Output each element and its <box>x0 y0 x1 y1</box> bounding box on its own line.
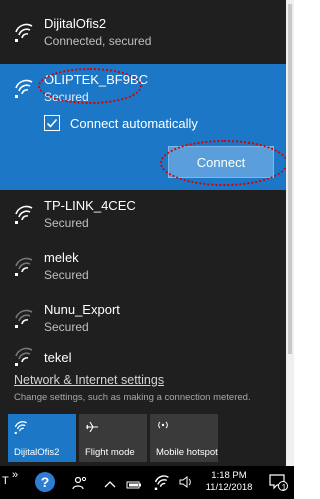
wifi-weak-icon <box>14 346 34 366</box>
network-item-tekel[interactable]: tekel <box>0 344 288 366</box>
network-status: Connected, secured <box>44 34 152 48</box>
quick-action-mobile-hotspot[interactable]: Mobile hotspot <box>150 414 218 462</box>
taskbar-left-glyph: T <box>2 475 9 487</box>
taskbar: T » ? 1:18 PM 11/12/2018 1 <box>0 466 294 499</box>
quick-actions: DijitalOfis2 Flight mode Mobile hotspot <box>8 414 280 462</box>
volume-icon[interactable] <box>178 474 194 495</box>
quick-action-label: DijitalOfis2 <box>14 447 60 458</box>
network-status: Secured <box>44 90 89 104</box>
network-flyout: DijitalOfis2 Connected, secured OLIPTEK_… <box>0 0 288 466</box>
network-settings-link[interactable]: Network & Internet settings <box>14 373 164 387</box>
svg-text:?: ? <box>41 474 50 490</box>
wifi-icon <box>14 78 34 98</box>
network-name: Nunu_Export <box>44 302 120 317</box>
wifi-icon <box>14 22 34 42</box>
clock-time: 1:18 PM <box>211 470 247 481</box>
network-status: Secured <box>44 216 89 230</box>
scrollbar[interactable] <box>286 0 294 466</box>
people-icon[interactable] <box>72 475 88 496</box>
airplane-icon <box>85 420 99 437</box>
help-icon[interactable]: ? <box>34 471 56 498</box>
network-item-melek[interactable]: melek Secured <box>0 242 288 294</box>
network-name: melek <box>44 250 79 265</box>
network-name: DijitalOfis2 <box>44 16 107 31</box>
network-name: tekel <box>44 350 72 365</box>
network-name: TP-LINK_4CEC <box>44 198 136 213</box>
notification-count: 1 <box>281 483 287 492</box>
network-status: Secured <box>44 268 89 282</box>
chevron-up-icon[interactable] <box>104 476 116 494</box>
quick-action-flight-mode[interactable]: Flight mode <box>79 414 147 462</box>
network-name: OLIPTEK_BF9BC <box>44 72 149 87</box>
wifi-weak-icon <box>14 308 34 328</box>
quick-action-wifi[interactable]: DijitalOfis2 <box>8 414 76 462</box>
battery-icon[interactable] <box>126 477 142 495</box>
quick-action-label: Flight mode <box>85 447 135 458</box>
hotspot-icon <box>156 420 170 433</box>
network-item-dijitalofis2[interactable]: DijitalOfis2 Connected, secured <box>0 8 288 60</box>
checkmark-icon[interactable] <box>44 115 60 131</box>
wifi-weak-icon <box>14 256 34 276</box>
clock-date: 11/12/2018 <box>205 482 253 493</box>
connect-automatically-label: Connect automatically <box>70 115 198 131</box>
network-item-tp-link-4cec[interactable]: TP-LINK_4CEC Secured <box>0 190 288 242</box>
chevron-icon[interactable]: » <box>12 469 18 481</box>
network-status: Secured <box>44 320 89 334</box>
connect-button[interactable]: Connect <box>168 146 274 178</box>
scrollbar-thumb[interactable] <box>288 4 292 354</box>
wifi-icon <box>14 204 34 224</box>
connect-automatically-checkbox[interactable]: Connect automatically <box>44 114 198 132</box>
network-settings-description: Change settings, such as making a connec… <box>14 392 251 403</box>
wifi-icon <box>14 420 28 437</box>
wifi-tray-icon[interactable] <box>154 474 170 495</box>
network-item-nunu-export[interactable]: Nunu_Export Secured <box>0 294 288 346</box>
network-item-oliptek-bf9bc[interactable]: OLIPTEK_BF9BC Secured Connect automatica… <box>0 64 288 190</box>
taskbar-clock[interactable]: 1:18 PM 11/12/2018 <box>201 470 257 494</box>
quick-action-label: Mobile hotspot <box>156 447 218 458</box>
